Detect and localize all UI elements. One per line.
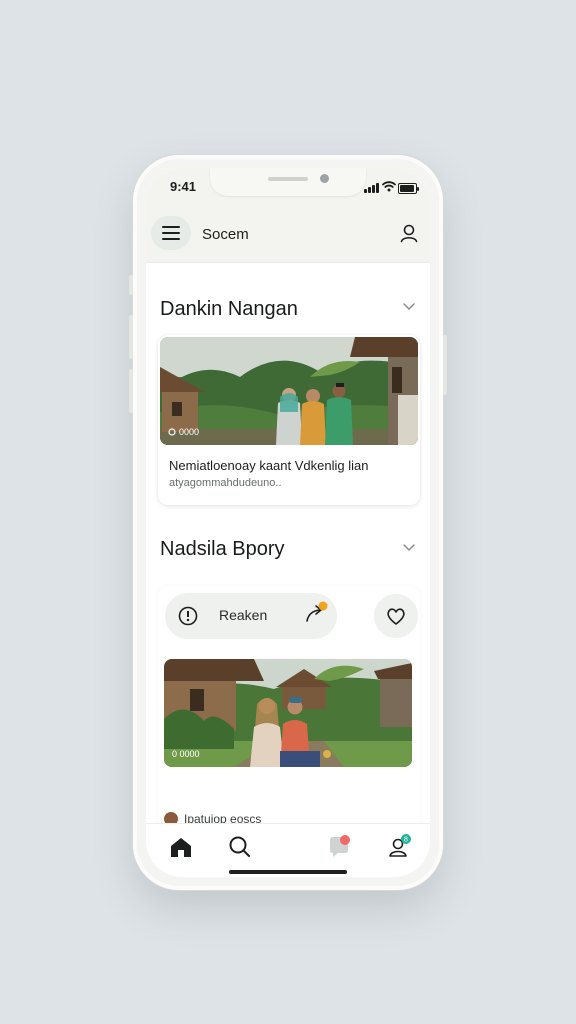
profile-icon[interactable]: 8 [386, 834, 412, 860]
status-time: 9:41 [170, 179, 197, 194]
notch [210, 168, 366, 196]
story-card[interactable]: 0000 Nemiatloenoay kaant Vdkenlig lian a… [158, 335, 420, 505]
section-heading: Dankin Nangan [160, 298, 298, 320]
phone-screen: 9:41 Socem Dankin Nangan 0000 Nemiatloen… [146, 168, 430, 877]
chevron-down-icon[interactable] [402, 540, 416, 554]
pill-label: Reaken [219, 607, 268, 623]
svg-text:8: 8 [404, 837, 408, 844]
section-heading: Nadsila Bpory [160, 538, 285, 560]
volume-down-button [129, 369, 133, 413]
photo-badge: 0 0000 [172, 749, 200, 759]
app-title: Socem [202, 226, 249, 243]
heart-icon [387, 608, 405, 625]
status-bar: 9:41 [146, 168, 430, 212]
like-button[interactable] [374, 594, 418, 638]
story-photo[interactable]: 0000 [160, 337, 418, 445]
app-bar: Socem [146, 212, 430, 263]
card-subtitle: atyagommahdudeuno.. [169, 477, 282, 489]
speaker-grille [268, 177, 308, 181]
power-button [443, 335, 447, 395]
menu-button[interactable] [151, 216, 191, 250]
chevron-down-icon[interactable] [402, 299, 416, 313]
battery-icon [398, 183, 419, 194]
wifi-icon [382, 181, 396, 192]
story-photo[interactable]: 0 0000 [164, 659, 412, 767]
mute-switch [129, 275, 133, 295]
feed: Dankin Nangan 0000 Nemiatloenoay kaant V… [146, 263, 430, 823]
user-icon[interactable] [398, 222, 420, 244]
volume-up-button [129, 315, 133, 359]
signal-icon [364, 183, 379, 193]
village-photo [164, 659, 412, 767]
chat-icon[interactable] [326, 834, 352, 860]
home-indicator[interactable] [229, 870, 347, 874]
share-arrow-icon[interactable] [303, 601, 329, 627]
tab-bar: 8 [146, 823, 430, 877]
search-icon[interactable] [227, 834, 253, 860]
photo-badge: 0000 [168, 427, 199, 437]
info-icon [178, 606, 198, 626]
phone-frame: 9:41 Socem Dankin Nangan 0000 Nemiatloen… [129, 155, 447, 890]
reaction-pill[interactable]: Reaken [165, 593, 337, 639]
card-title: Nemiatloenoay kaant Vdkenlig lian [169, 458, 369, 473]
front-camera [320, 174, 329, 183]
photo-count: 0000 [179, 427, 200, 437]
camera-icon [168, 428, 176, 436]
home-icon[interactable] [168, 834, 194, 860]
photo-count: 0 0000 [172, 749, 200, 759]
